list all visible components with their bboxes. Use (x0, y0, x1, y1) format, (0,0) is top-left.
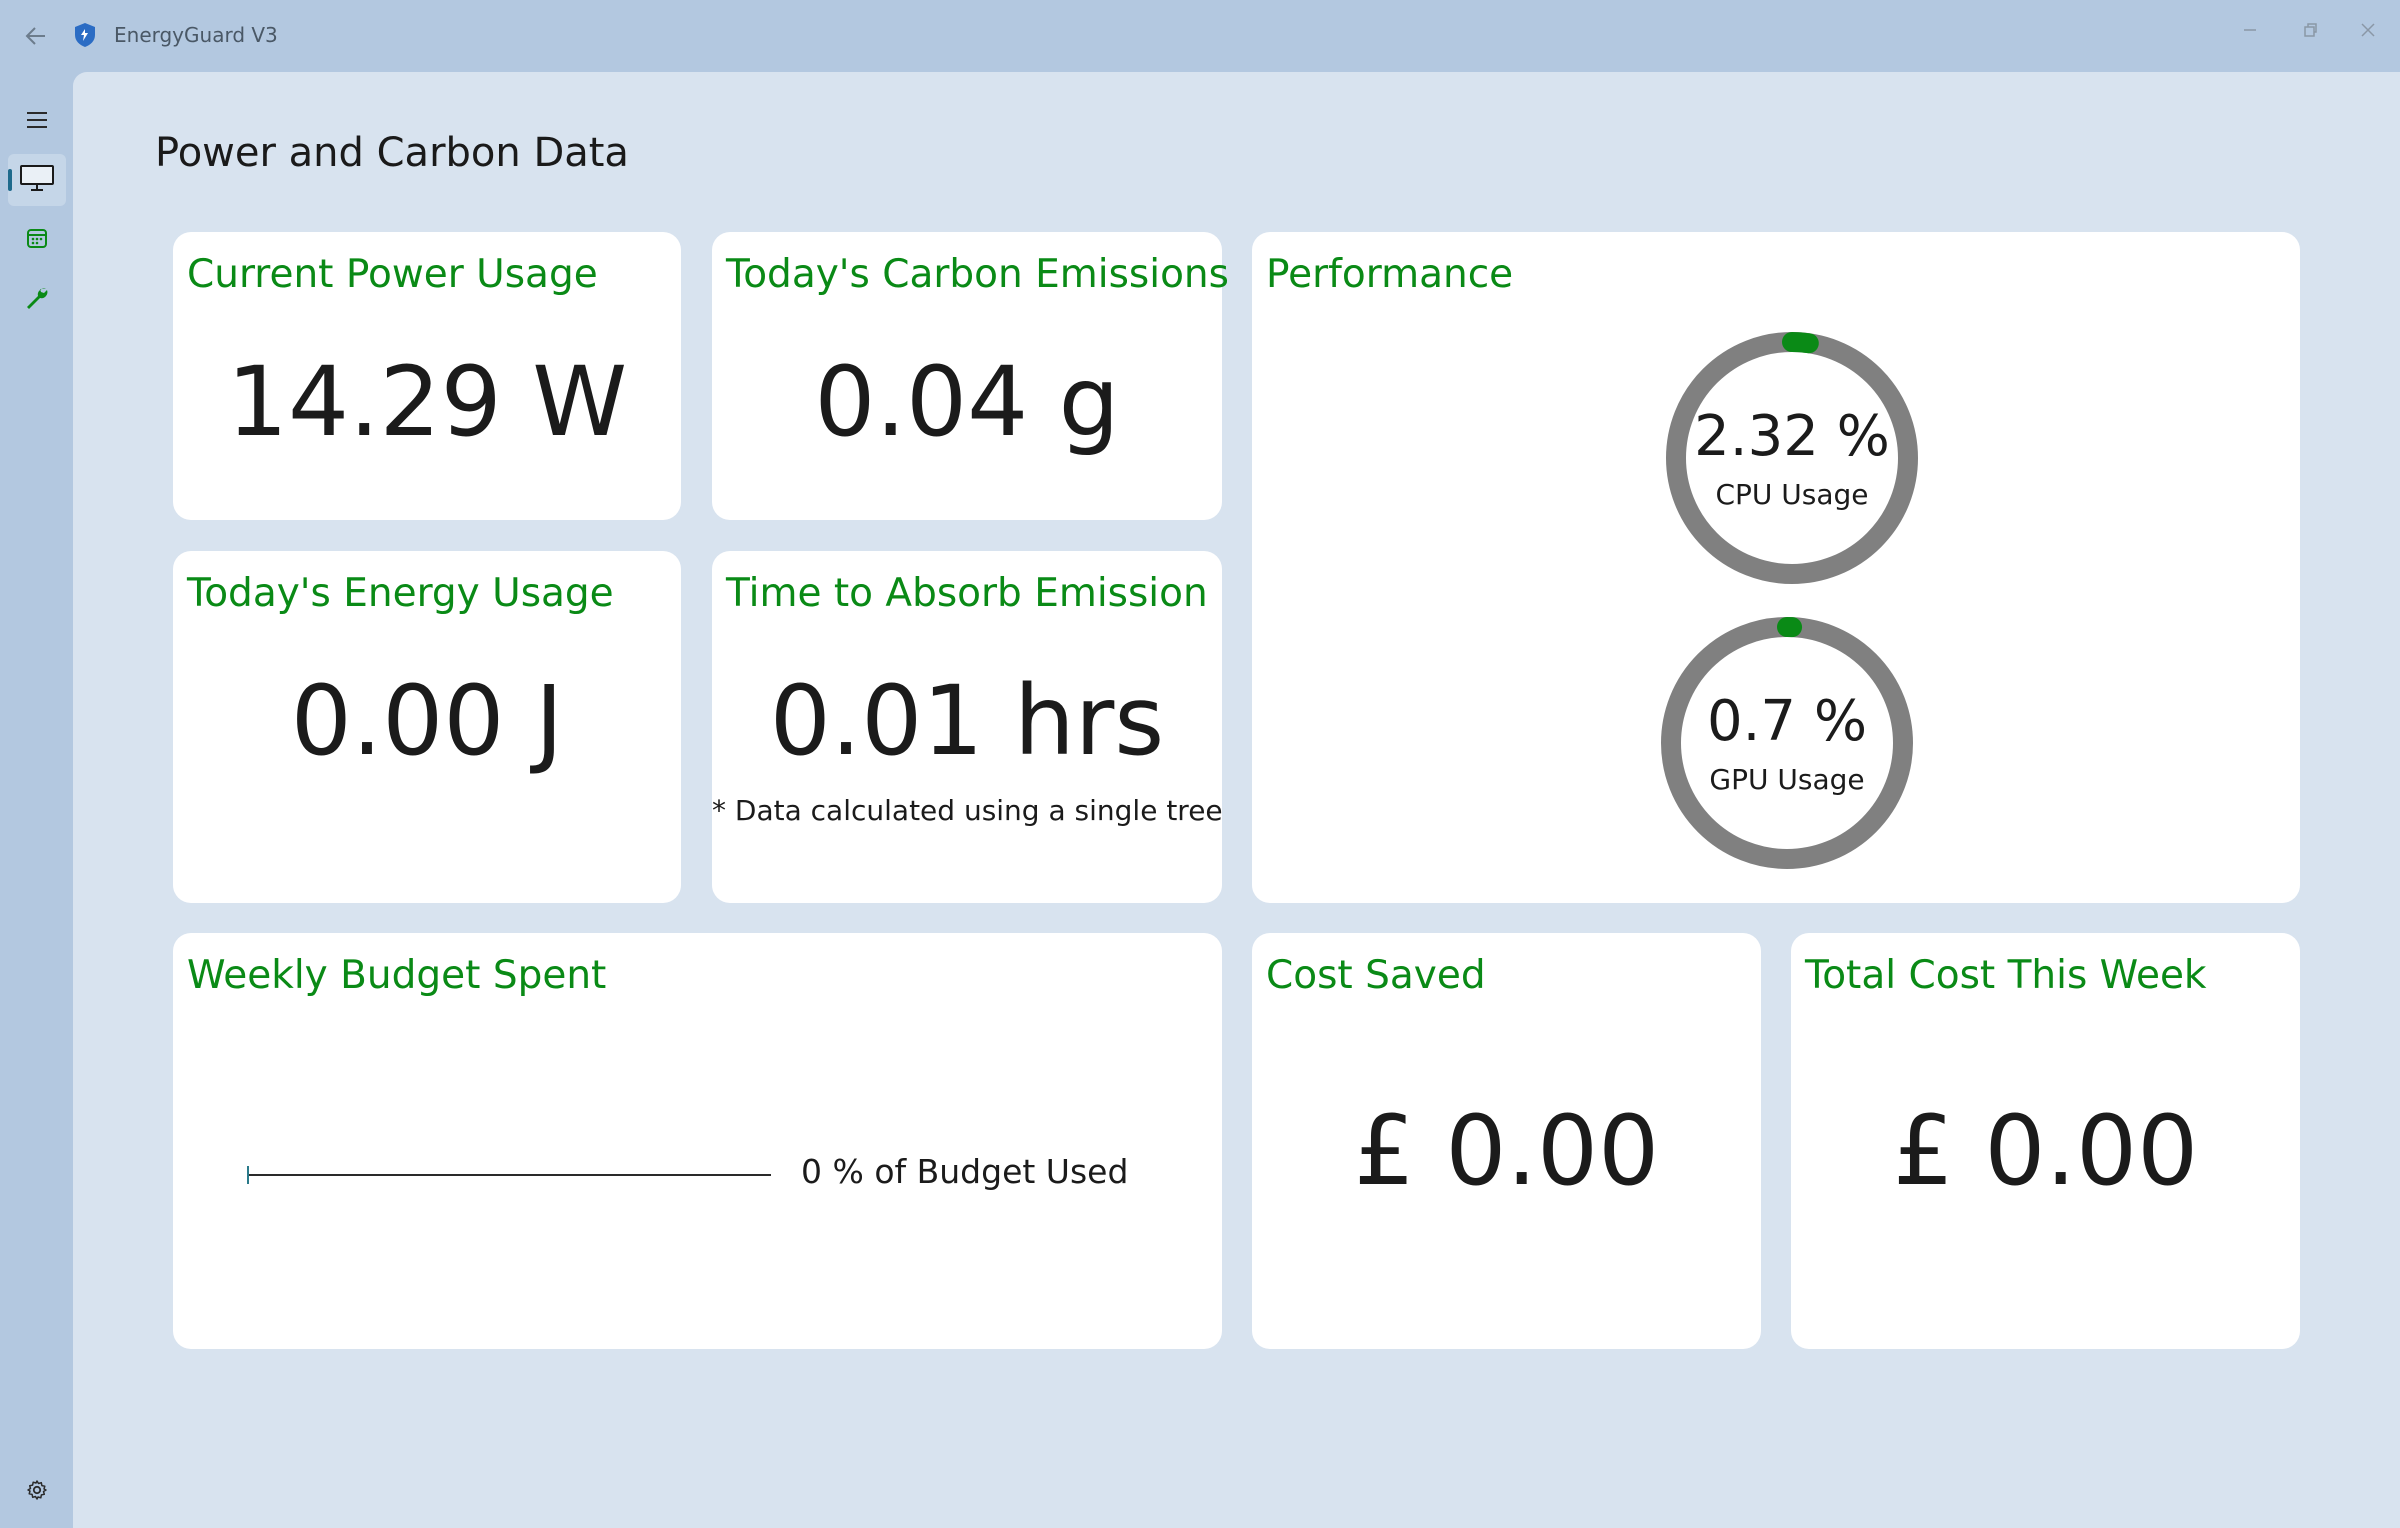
performance-card: Performance 2.32 % CPU Usage 0.7 % GPU U… (1252, 232, 2300, 903)
cpu-usage-label: CPU Usage (1715, 478, 1869, 511)
hamburger-menu-icon[interactable] (8, 94, 66, 146)
sidebar (0, 72, 73, 1528)
cpu-usage-gauge: 2.32 % CPU Usage (1662, 328, 1922, 588)
power-value: 14.29 W (226, 346, 628, 458)
absorb-time-card: Time to Absorb Emission 0.01 hrs * Data … (712, 551, 1223, 903)
card-title: Weekly Budget Spent (187, 953, 607, 998)
gpu-usage-value: 0.7 % (1706, 689, 1868, 754)
carbon-emissions-card: Today's Carbon Emissions 0.04 g (712, 232, 1229, 520)
title-bar: EnergyGuard V3 (0, 0, 2400, 72)
card-title: Cost Saved (1266, 953, 1486, 998)
card-title: Today's Carbon Emissions (726, 252, 1229, 297)
power-usage-card: Current Power Usage 14.29 W (173, 232, 681, 520)
total-cost-value: £ 0.00 (1892, 1095, 2199, 1207)
absorb-value: 0.01 hrs (769, 665, 1165, 777)
close-icon[interactable] (2348, 10, 2388, 50)
card-title: Total Cost This Week (1805, 953, 2207, 998)
card-title: Current Power Usage (187, 252, 598, 297)
back-arrow-icon[interactable] (18, 18, 54, 54)
calendar-icon (26, 227, 48, 253)
sidebar-item-calendar[interactable] (8, 214, 66, 266)
sidebar-item-tools[interactable] (8, 274, 66, 326)
gpu-usage-label: GPU Usage (1709, 763, 1865, 796)
cost-saved-value: £ 0.00 (1353, 1095, 1660, 1207)
wrench-icon (24, 285, 50, 315)
total-cost-card: Total Cost This Week £ 0.00 (1791, 933, 2300, 1349)
monitor-icon (20, 165, 54, 195)
active-indicator (8, 169, 12, 191)
gear-icon (26, 1479, 48, 1505)
cost-saved-card: Cost Saved £ 0.00 (1252, 933, 1761, 1349)
energy-usage-card: Today's Energy Usage 0.00 J (173, 551, 681, 903)
page-title: Power and Carbon Data (155, 130, 629, 176)
minimize-icon[interactable] (2230, 10, 2270, 50)
card-title: Today's Energy Usage (187, 571, 614, 616)
sidebar-item-settings[interactable] (8, 1466, 66, 1518)
budget-used-text: 0 % of Budget Used (801, 1152, 1129, 1191)
carbon-value: 0.04 g (814, 346, 1120, 458)
budget-progress-track (247, 1174, 771, 1176)
app-logo-icon (70, 20, 100, 50)
card-title: Performance (1266, 252, 1514, 297)
absorb-note: * Data calculated using a single tree (712, 794, 1223, 827)
weekly-budget-card: Weekly Budget Spent 0 % of Budget Used (173, 933, 1222, 1349)
budget-progress-marker (247, 1166, 249, 1184)
sidebar-item-dashboard[interactable] (8, 154, 66, 206)
window-title: EnergyGuard V3 (114, 23, 278, 47)
card-title: Time to Absorb Emission (726, 571, 1208, 616)
gpu-usage-gauge: 0.7 % GPU Usage (1657, 613, 1917, 873)
main-content: Power and Carbon Data Current Power Usag… (73, 72, 2400, 1528)
energy-value: 0.00 J (290, 665, 564, 777)
restore-icon[interactable] (2290, 10, 2330, 50)
cpu-usage-value: 2.32 % (1694, 404, 1890, 469)
